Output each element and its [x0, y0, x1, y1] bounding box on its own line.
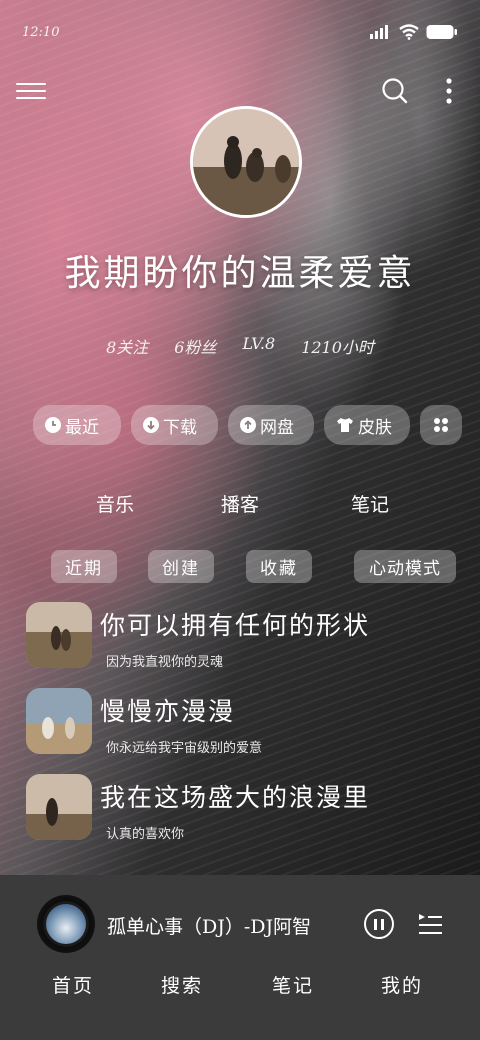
cloud-drive-label: 网盘 [260, 417, 294, 438]
album-disc[interactable] [37, 895, 95, 953]
list-item[interactable]: 我在这场盛大的浪漫里 认真的喜欢你 [26, 774, 466, 860]
download-icon [143, 417, 159, 433]
tshirt-icon [336, 417, 354, 433]
filter-collected[interactable]: 收藏 [246, 550, 312, 583]
status-icons [370, 24, 458, 40]
clock-icon [45, 417, 61, 433]
more-vertical-icon [446, 78, 452, 104]
stat-level[interactable]: LV.8 [242, 334, 275, 358]
download-button[interactable]: 下载 [131, 405, 218, 445]
recent-button[interactable]: 最近 [33, 405, 121, 445]
playlist-subtitle: 认真的喜欢你 [106, 827, 185, 842]
apps-grid-icon [434, 418, 448, 432]
list-item[interactable]: 慢慢亦漫漫 你永远给我宇宙级别的爱意 [26, 688, 466, 774]
playlist-title: 你可以拥有任何的形状 [100, 611, 371, 640]
playlist-title: 慢慢亦漫漫 [100, 697, 236, 726]
tab-podcast[interactable]: 播客 [221, 490, 259, 517]
playlist-subtitle: 因为我直视你的灵魂 [106, 655, 224, 670]
status-time: 12:10 [22, 24, 60, 40]
playlist-filter-tabs: 近期 创建 收藏 心动模式 [0, 550, 480, 584]
filter-recent[interactable]: 近期 [51, 550, 117, 583]
now-playing-title[interactable]: 孤单心事（DJ）-DJ阿智 [107, 912, 311, 939]
cloud-upload-icon [240, 417, 256, 433]
profile-nickname: 我期盼你的温柔爱意 [64, 253, 416, 294]
pause-icon [374, 918, 377, 930]
menu-button[interactable] [16, 78, 46, 104]
nav-home[interactable]: 首页 [52, 971, 94, 998]
tab-music[interactable]: 音乐 [96, 490, 134, 517]
battery-icon [426, 25, 457, 39]
playlist-cover [26, 688, 92, 754]
filter-created[interactable]: 创建 [148, 550, 214, 583]
nav-search[interactable]: 搜索 [161, 971, 203, 998]
nav-notes[interactable]: 笔记 [272, 971, 314, 998]
stat-following[interactable]: 8关注 [106, 334, 148, 358]
avatar-photo [193, 109, 299, 215]
filter-heartbeat-mode[interactable]: 心动模式 [354, 550, 456, 583]
pause-button[interactable] [364, 909, 394, 939]
recent-label: 最近 [65, 417, 99, 438]
nav-mine[interactable]: 我的 [381, 971, 423, 998]
playlist-queue-button[interactable] [417, 911, 443, 937]
stat-listening-hours: 1210小时 [301, 338, 374, 357]
search-icon [382, 78, 408, 104]
stat-followers[interactable]: 6粉丝 [174, 334, 216, 358]
skin-button[interactable]: 皮肤 [324, 405, 410, 445]
playlist-list: 你可以拥有任何的形状 因为我直视你的灵魂 慢慢亦漫漫 你永远给我宇宙级别的爱意 … [26, 602, 466, 860]
profile-stats: 8关注 6粉丝 LV.8 1210小时 [0, 334, 480, 358]
signal-icon [370, 25, 388, 39]
avatar[interactable] [190, 106, 302, 218]
quick-actions: 最近 下载 网盘 皮肤 [33, 405, 463, 445]
list-item[interactable]: 你可以拥有任何的形状 因为我直视你的灵魂 [26, 602, 466, 688]
search-button[interactable] [380, 76, 410, 106]
more-apps-button[interactable] [420, 405, 462, 445]
main-tabs: 音乐 播客 笔记 [0, 490, 480, 520]
more-button[interactable] [438, 76, 460, 106]
album-art [46, 904, 86, 944]
download-label: 下载 [163, 417, 197, 438]
status-bar: 12:10 [22, 18, 458, 46]
bottom-nav: 首页 搜索 笔记 我的 [0, 971, 480, 1001]
skin-label: 皮肤 [358, 417, 392, 438]
playlist-title: 我在这场盛大的浪漫里 [100, 783, 371, 812]
wifi-icon [399, 24, 419, 40]
playlist-subtitle: 你永远给我宇宙级别的爱意 [106, 741, 263, 756]
cloud-drive-button[interactable]: 网盘 [228, 405, 314, 445]
mini-player: 孤单心事（DJ）-DJ阿智 首页 搜索 笔记 我的 [0, 875, 480, 1040]
playlist-cover [26, 774, 92, 840]
playlist-queue-icon [419, 914, 442, 934]
playlist-cover [26, 602, 92, 668]
tab-notes[interactable]: 笔记 [351, 490, 389, 517]
